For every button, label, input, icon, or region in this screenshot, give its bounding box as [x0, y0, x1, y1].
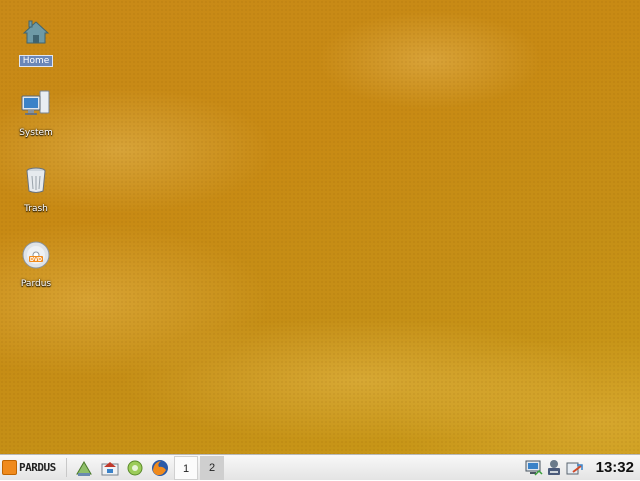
desktop-icon-label: Trash [24, 204, 48, 214]
desktop-icon-system[interactable]: System [4, 88, 68, 139]
trash-icon [26, 167, 46, 193]
clipboard-icon[interactable] [565, 458, 583, 478]
printer-icon[interactable] [545, 458, 563, 478]
taskbar-separator [66, 458, 67, 477]
desktop-icon-label: System [19, 128, 53, 138]
desktop-icon-pardus[interactable]: DVD Pardus [4, 239, 68, 290]
dvd-icon: DVD [22, 241, 50, 269]
start-menu-label: PARDUS [19, 461, 56, 474]
computer-icon [21, 90, 50, 115]
desktop-icon-trash[interactable]: Trash [4, 164, 68, 215]
taskbar: PARDUS 1 2 13:32 [0, 454, 640, 480]
desktop-switch-1[interactable]: 1 [174, 456, 198, 480]
settings-gear-icon[interactable] [125, 458, 145, 478]
home-icon [22, 20, 50, 44]
desktop-icon-label: Pardus [20, 279, 52, 289]
firefox-icon[interactable] [150, 458, 170, 478]
svg-text:DVD: DVD [30, 257, 42, 263]
desktop-icon-home[interactable]: Home [4, 16, 68, 67]
network-share-icon[interactable] [74, 458, 94, 478]
home-folder-icon[interactable] [100, 458, 120, 478]
pardus-logo-icon [2, 460, 17, 475]
desktop-switch-2[interactable]: 2 [200, 456, 224, 480]
network-monitor-icon[interactable] [525, 458, 543, 478]
start-menu-button[interactable]: PARDUS [2, 457, 62, 478]
taskbar-clock[interactable]: 13:32 [596, 457, 634, 478]
desktop-icon-label: Home [18, 55, 54, 67]
desktop-background[interactable]: Home System Trash DVD Pardus [0, 0, 640, 454]
